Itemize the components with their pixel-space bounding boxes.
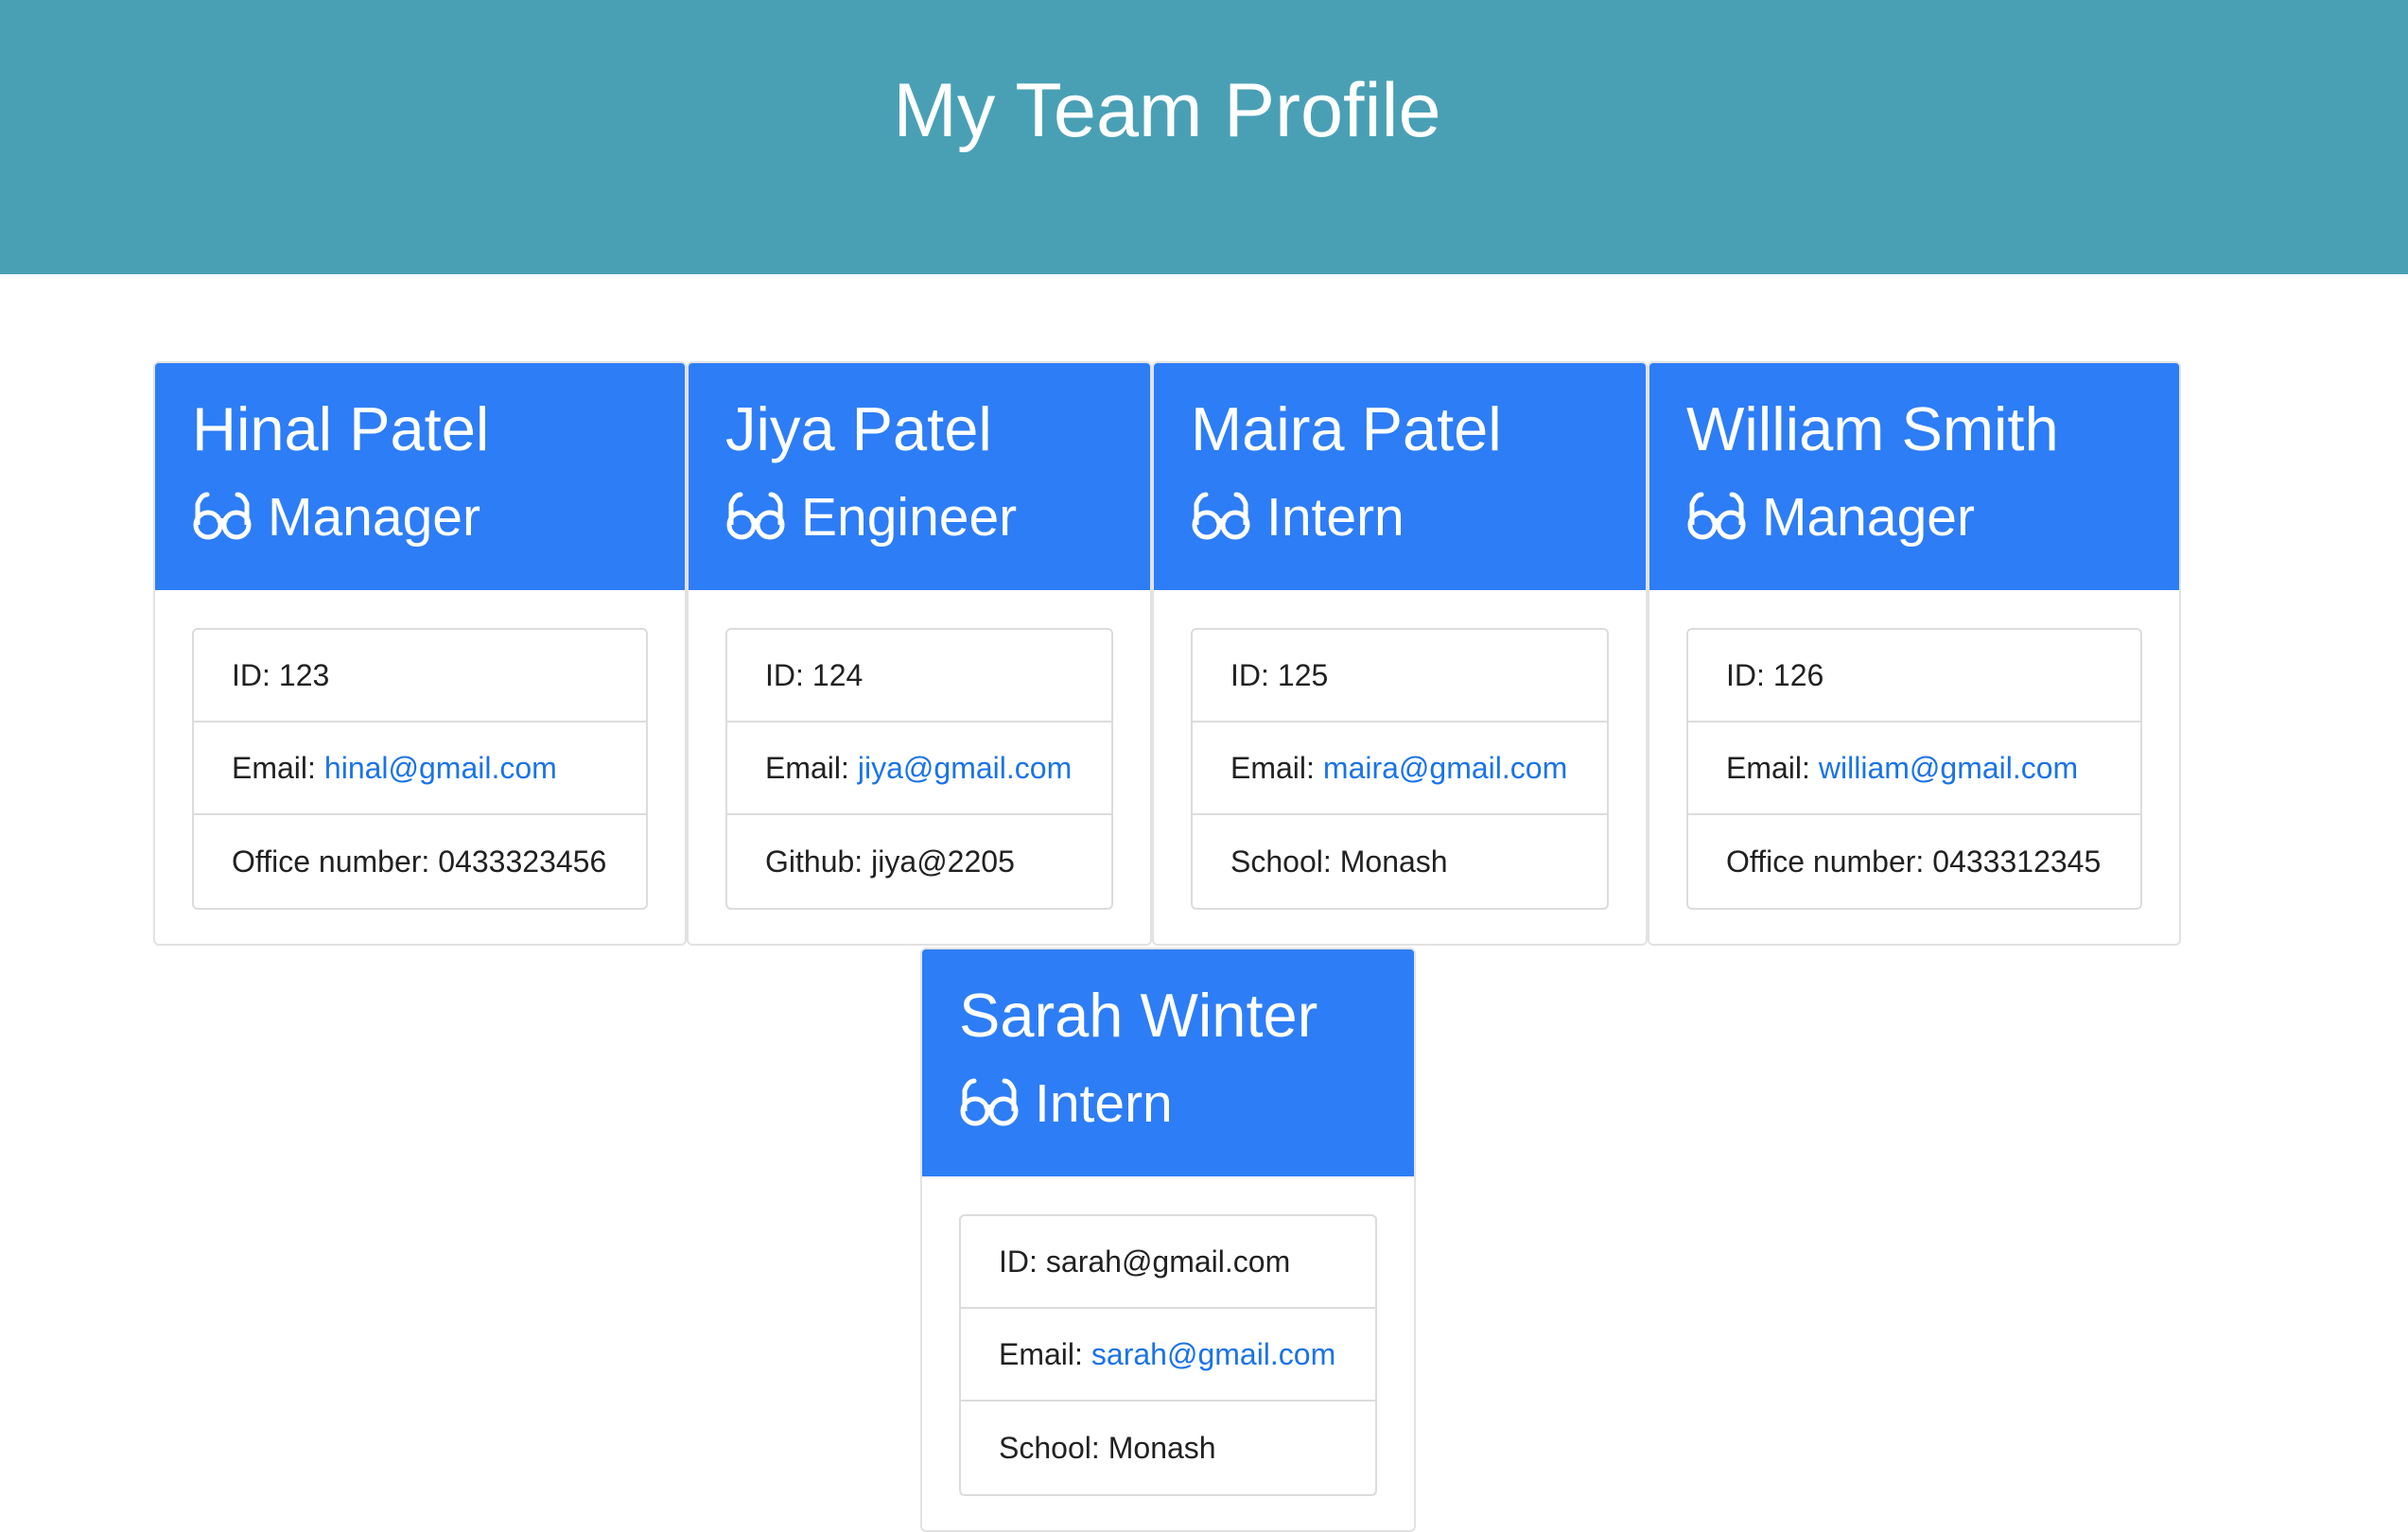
github-value: jiya@2205 xyxy=(871,844,1015,879)
school-value: Monash xyxy=(1108,1430,1216,1465)
email-item: Email: maira@gmail.com xyxy=(1193,722,1607,815)
glasses-icon xyxy=(725,491,786,544)
card-header: Maira Patel Intern xyxy=(1154,363,1646,590)
email-link[interactable]: jiya@gmail.com xyxy=(858,751,1072,786)
id-label: ID: xyxy=(1726,657,1765,692)
office-number-label: Office number: xyxy=(232,844,430,879)
employee-card: Hinal Patel Manager ID: 123 Email: hinal@g… xyxy=(153,361,687,946)
id-value: sarah@gmail.com xyxy=(1045,1244,1291,1279)
page-title: My Team Profile xyxy=(893,68,1441,153)
office-number-value: 0433312345 xyxy=(1932,844,2102,879)
employee-name: Jiya Patel xyxy=(725,394,992,463)
office-number-value: 0433323456 xyxy=(438,844,607,879)
github-label: Github: xyxy=(765,844,864,879)
employee-role: Manager xyxy=(1686,479,1975,555)
page-header: My Team Profile xyxy=(0,0,2408,274)
id-label: ID: xyxy=(765,657,804,692)
card-header: Hinal Patel Manager xyxy=(155,363,685,590)
glasses-icon xyxy=(192,491,253,544)
id-item: ID: 125 xyxy=(1193,630,1607,722)
email-link[interactable]: hinal@gmail.com xyxy=(324,751,557,786)
email-item: Email: hinal@gmail.com xyxy=(194,722,646,815)
employee-role: Intern xyxy=(959,1066,1173,1141)
email-link[interactable]: sarah@gmail.com xyxy=(1091,1337,1335,1372)
employee-card: Maira Patel Intern ID: 125 Email: maira@gm… xyxy=(1152,361,1648,946)
office-number-item: Office number: 0433323456 xyxy=(194,815,646,908)
id-label: ID: xyxy=(999,1244,1038,1279)
info-list: ID: sarah@gmail.com Email: sarah@gmail.com… xyxy=(959,1214,1377,1496)
school-item: School: Monash xyxy=(961,1401,1375,1494)
employee-name: Hinal Patel xyxy=(192,394,490,463)
employee-name: Sarah Winter xyxy=(959,981,1318,1050)
email-label: Email: xyxy=(232,750,316,785)
email-label: Email: xyxy=(765,750,849,785)
school-item: School: Monash xyxy=(1193,815,1607,908)
info-list: ID: 124 Email: jiya@gmail.com Github: jiya@… xyxy=(725,628,1113,910)
role-label: Manager xyxy=(1762,487,1975,548)
id-value: 126 xyxy=(1772,657,1824,692)
school-label: School: xyxy=(1230,844,1332,879)
id-item: ID: 124 xyxy=(727,630,1111,722)
role-label: Engineer xyxy=(801,487,1018,548)
glasses-icon xyxy=(959,1077,1020,1130)
card-header: William Smith Manager xyxy=(1649,363,2179,590)
email-link[interactable]: william@gmail.com xyxy=(1819,751,2078,786)
employee-role: Intern xyxy=(1191,479,1405,555)
employee-name: Maira Patel xyxy=(1191,394,1502,463)
glasses-icon xyxy=(1191,491,1251,544)
info-list: ID: 125 Email: maira@gmail.com School: Mona… xyxy=(1191,628,1609,910)
id-value: 125 xyxy=(1277,657,1329,692)
office-number-item: Office number: 0433312345 xyxy=(1688,815,2140,908)
card-header: Sarah Winter Intern xyxy=(922,949,1414,1176)
employee-card: Jiya Patel Engineer ID: 124 Email: jiya@gm… xyxy=(687,361,1152,946)
school-value: Monash xyxy=(1339,844,1448,879)
id-label: ID: xyxy=(232,657,270,692)
glasses-icon xyxy=(1686,491,1747,544)
role-label: Manager xyxy=(268,487,480,548)
email-label: Email: xyxy=(1726,750,1810,785)
employee-card: Sarah Winter Intern ID: sarah@gmail.com E… xyxy=(920,948,1416,1532)
role-label: Intern xyxy=(1035,1073,1173,1134)
email-item: Email: william@gmail.com xyxy=(1688,722,2140,815)
id-value: 124 xyxy=(811,657,864,692)
email-label: Email: xyxy=(1230,750,1315,785)
employee-name: William Smith xyxy=(1686,394,2059,463)
employee-card: William Smith Manager ID: 126 Email: willi… xyxy=(1648,361,2181,946)
card-header: Jiya Patel Engineer xyxy=(689,363,1150,590)
info-list: ID: 126 Email: william@gmail.com Office nu… xyxy=(1686,628,2142,910)
email-link[interactable]: maira@gmail.com xyxy=(1323,751,1567,786)
employee-role: Engineer xyxy=(725,479,1017,555)
email-item: Email: sarah@gmail.com xyxy=(961,1309,1375,1401)
role-label: Intern xyxy=(1266,487,1405,548)
id-value: 123 xyxy=(278,657,330,692)
email-item: Email: jiya@gmail.com xyxy=(727,722,1111,815)
id-item: ID: sarah@gmail.com xyxy=(961,1216,1375,1309)
id-item: ID: 126 xyxy=(1688,630,2140,722)
id-item: ID: 123 xyxy=(194,630,646,722)
github-item: Github: jiya@2205 xyxy=(727,815,1111,908)
office-number-label: Office number: xyxy=(1726,844,1925,879)
id-label: ID: xyxy=(1230,657,1269,692)
school-label: School: xyxy=(999,1430,1100,1465)
info-list: ID: 123 Email: hinal@gmail.com Office numb… xyxy=(192,628,648,910)
email-label: Email: xyxy=(999,1336,1083,1371)
employee-role: Manager xyxy=(192,479,480,555)
